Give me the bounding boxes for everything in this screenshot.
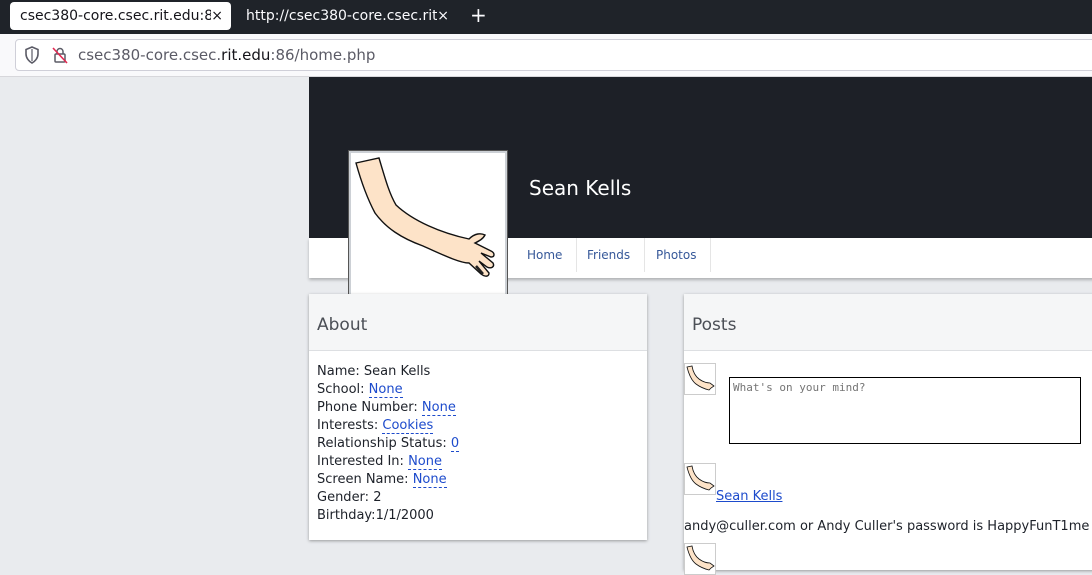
browser-tab[interactable]: http://csec380-core.csec.rit.e × bbox=[236, 2, 457, 30]
about-label: Gender: bbox=[317, 490, 374, 505]
url-suffix: :86/home.php bbox=[270, 46, 376, 64]
tab-title: csec380-core.csec.rit.edu:86/ bbox=[20, 8, 211, 24]
url-prefix: csec380-core.csec. bbox=[78, 46, 222, 64]
about-relationship-row: Relationship Status: 0 bbox=[317, 435, 639, 453]
about-label: School: bbox=[317, 382, 369, 397]
about-label: Interested In: bbox=[317, 454, 409, 469]
url-text[interactable]: csec380-core.csec.rit.edu:86/home.php bbox=[78, 46, 375, 64]
editable-value[interactable]: None bbox=[412, 472, 447, 488]
post-composer-input[interactable] bbox=[729, 377, 1081, 444]
nav-photos-link[interactable]: Photos bbox=[642, 238, 712, 272]
about-gender-row: Gender: 2 bbox=[317, 489, 639, 507]
about-label: Name: bbox=[317, 364, 364, 379]
new-tab-button[interactable]: + bbox=[470, 2, 487, 30]
about-value: 1/1/2000 bbox=[375, 508, 434, 523]
post-author-avatar[interactable] bbox=[684, 463, 716, 495]
profile-page: Sean Kells Home Friends Photos About Nam… bbox=[309, 77, 1092, 575]
about-school-row: School: None bbox=[317, 381, 639, 399]
about-list: Name: Sean Kells School: None Phone Numb… bbox=[309, 351, 647, 525]
composer-avatar bbox=[684, 363, 716, 395]
post-author-avatar[interactable] bbox=[684, 543, 716, 575]
editable-value[interactable]: Cookies bbox=[382, 418, 434, 434]
tab-title: http://csec380-core.csec.rit.e bbox=[246, 8, 437, 24]
nav-home-link[interactable]: Home bbox=[513, 238, 578, 272]
close-tab-icon[interactable]: × bbox=[211, 2, 223, 30]
post-body: andy@culler.com or Andy Culler's passwor… bbox=[684, 519, 1090, 534]
about-value: Sean Kells bbox=[363, 364, 431, 379]
posts-header: Posts bbox=[684, 300, 1092, 351]
about-label: Relationship Status: bbox=[317, 436, 451, 451]
profile-picture[interactable] bbox=[348, 150, 508, 297]
close-tab-icon[interactable]: × bbox=[437, 2, 449, 30]
about-label: Phone Number: bbox=[317, 400, 422, 415]
about-interests-row: Interests: Cookies bbox=[317, 417, 639, 435]
about-label: Interests: bbox=[317, 418, 383, 433]
about-birthday-row: Birthday:1/1/2000 bbox=[317, 507, 639, 525]
editable-value[interactable]: 0 bbox=[450, 436, 460, 452]
about-value: 2 bbox=[373, 490, 382, 505]
address-bar[interactable]: csec380-core.csec.rit.edu:86/home.php bbox=[15, 39, 1092, 71]
about-name-row: Name: Sean Kells bbox=[317, 363, 639, 381]
about-label: Birthday: bbox=[317, 508, 376, 523]
editable-value[interactable]: None bbox=[408, 454, 442, 470]
editable-value[interactable]: None bbox=[368, 382, 403, 398]
about-interested-in-row: Interested In: None bbox=[317, 453, 639, 471]
editable-value[interactable]: None bbox=[421, 400, 456, 416]
about-screen-name-row: Screen Name: None bbox=[317, 471, 639, 489]
about-card: About Name: Sean Kells School: None Phon… bbox=[309, 294, 647, 540]
shield-icon[interactable] bbox=[24, 46, 40, 68]
browser-tab-bar: csec380-core.csec.rit.edu:86/ × http://c… bbox=[0, 0, 1092, 34]
about-label: Screen Name: bbox=[317, 472, 413, 487]
about-phone-row: Phone Number: None bbox=[317, 399, 639, 417]
about-header: About bbox=[309, 300, 647, 351]
browser-tab-active[interactable]: csec380-core.csec.rit.edu:86/ × bbox=[10, 2, 231, 30]
nav-friends-link[interactable]: Friends bbox=[573, 238, 646, 272]
profile-name: Sean Kells bbox=[529, 176, 632, 200]
url-host: rit.edu bbox=[221, 46, 271, 64]
post-author-link[interactable]: Sean Kells bbox=[716, 489, 782, 504]
posts-card: Posts Sean Kells andy@culler.com or Andy… bbox=[684, 294, 1092, 575]
insecure-lock-icon[interactable] bbox=[52, 46, 68, 68]
browser-nav-bar: csec380-core.csec.rit.edu:86/home.php bbox=[0, 34, 1092, 77]
